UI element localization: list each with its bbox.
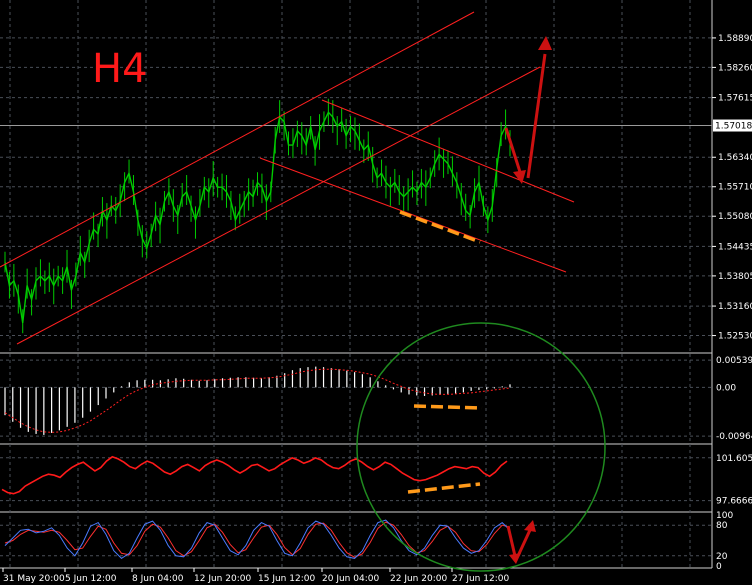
price-tick-label: 1.58260 <box>718 63 752 73</box>
stochastic-tick-label: 100 <box>716 511 733 521</box>
trading-chart: 1.58890 1.58260 1.57615 1.56340 1.55710 1.550… <box>0 0 752 584</box>
stochastic-tick-label: 80 <box>716 521 728 531</box>
price-tick-label: 1.55710 <box>718 183 752 193</box>
price-tick-label: 1.55080 <box>718 212 752 222</box>
timeframe-label: H4 <box>92 46 148 92</box>
indicator-tick-label: 97.6666 <box>716 497 752 507</box>
price-tick-label: 1.58890 <box>718 34 752 44</box>
time-tick-label: 27 Jun 12:00 <box>452 574 509 584</box>
price-tick-label: 1.53805 <box>718 272 752 282</box>
price-tick-label: 1.53160 <box>718 302 752 312</box>
histogram-signal-line <box>4 368 511 433</box>
stochastic-arrow-up-head <box>524 520 536 532</box>
stochastic-arrow-up <box>516 529 532 557</box>
histogram-tick-label: 0.00 <box>716 383 736 393</box>
time-tick-label: 8 Jun 04:00 <box>132 574 184 584</box>
time-tick-label: 5 Jun 12:00 <box>65 574 117 584</box>
price-tick-label: 1.54435 <box>718 242 752 252</box>
stochastic-tick-label: 0 <box>716 562 722 572</box>
histogram-tick-label: 0.005390 <box>716 356 752 366</box>
divergence-line-indicator <box>407 482 481 494</box>
stochastic-arrow-down <box>506 525 517 557</box>
time-tick-label: 22 Jun 20:00 <box>390 574 447 584</box>
stochastic-tick-label: 20 <box>716 552 728 562</box>
histogram-tick-label: -0.00964 <box>716 432 752 442</box>
time-tick-label: 15 Jun 12:00 <box>258 574 315 584</box>
price-line <box>4 111 511 324</box>
price-tick-label: 1.57615 <box>718 94 752 104</box>
divergence-line-histogram <box>413 404 483 410</box>
forecast-arrow-up <box>526 53 547 179</box>
time-tick-label: 31 May 20:00 <box>3 574 65 584</box>
indicator-tick-label: 101.6053 <box>716 454 752 464</box>
time-tick-label: 12 Jun 20:00 <box>194 574 251 584</box>
stochastic-signal-line <box>4 521 511 558</box>
time-tick-label: 20 Jun 04:00 <box>322 574 379 584</box>
price-tick-label: 1.56340 <box>718 153 752 163</box>
current-price-label: 1.57018 <box>715 122 752 132</box>
forecast-arrow-down <box>504 127 522 173</box>
price-tick-label: 1.52530 <box>718 332 752 342</box>
